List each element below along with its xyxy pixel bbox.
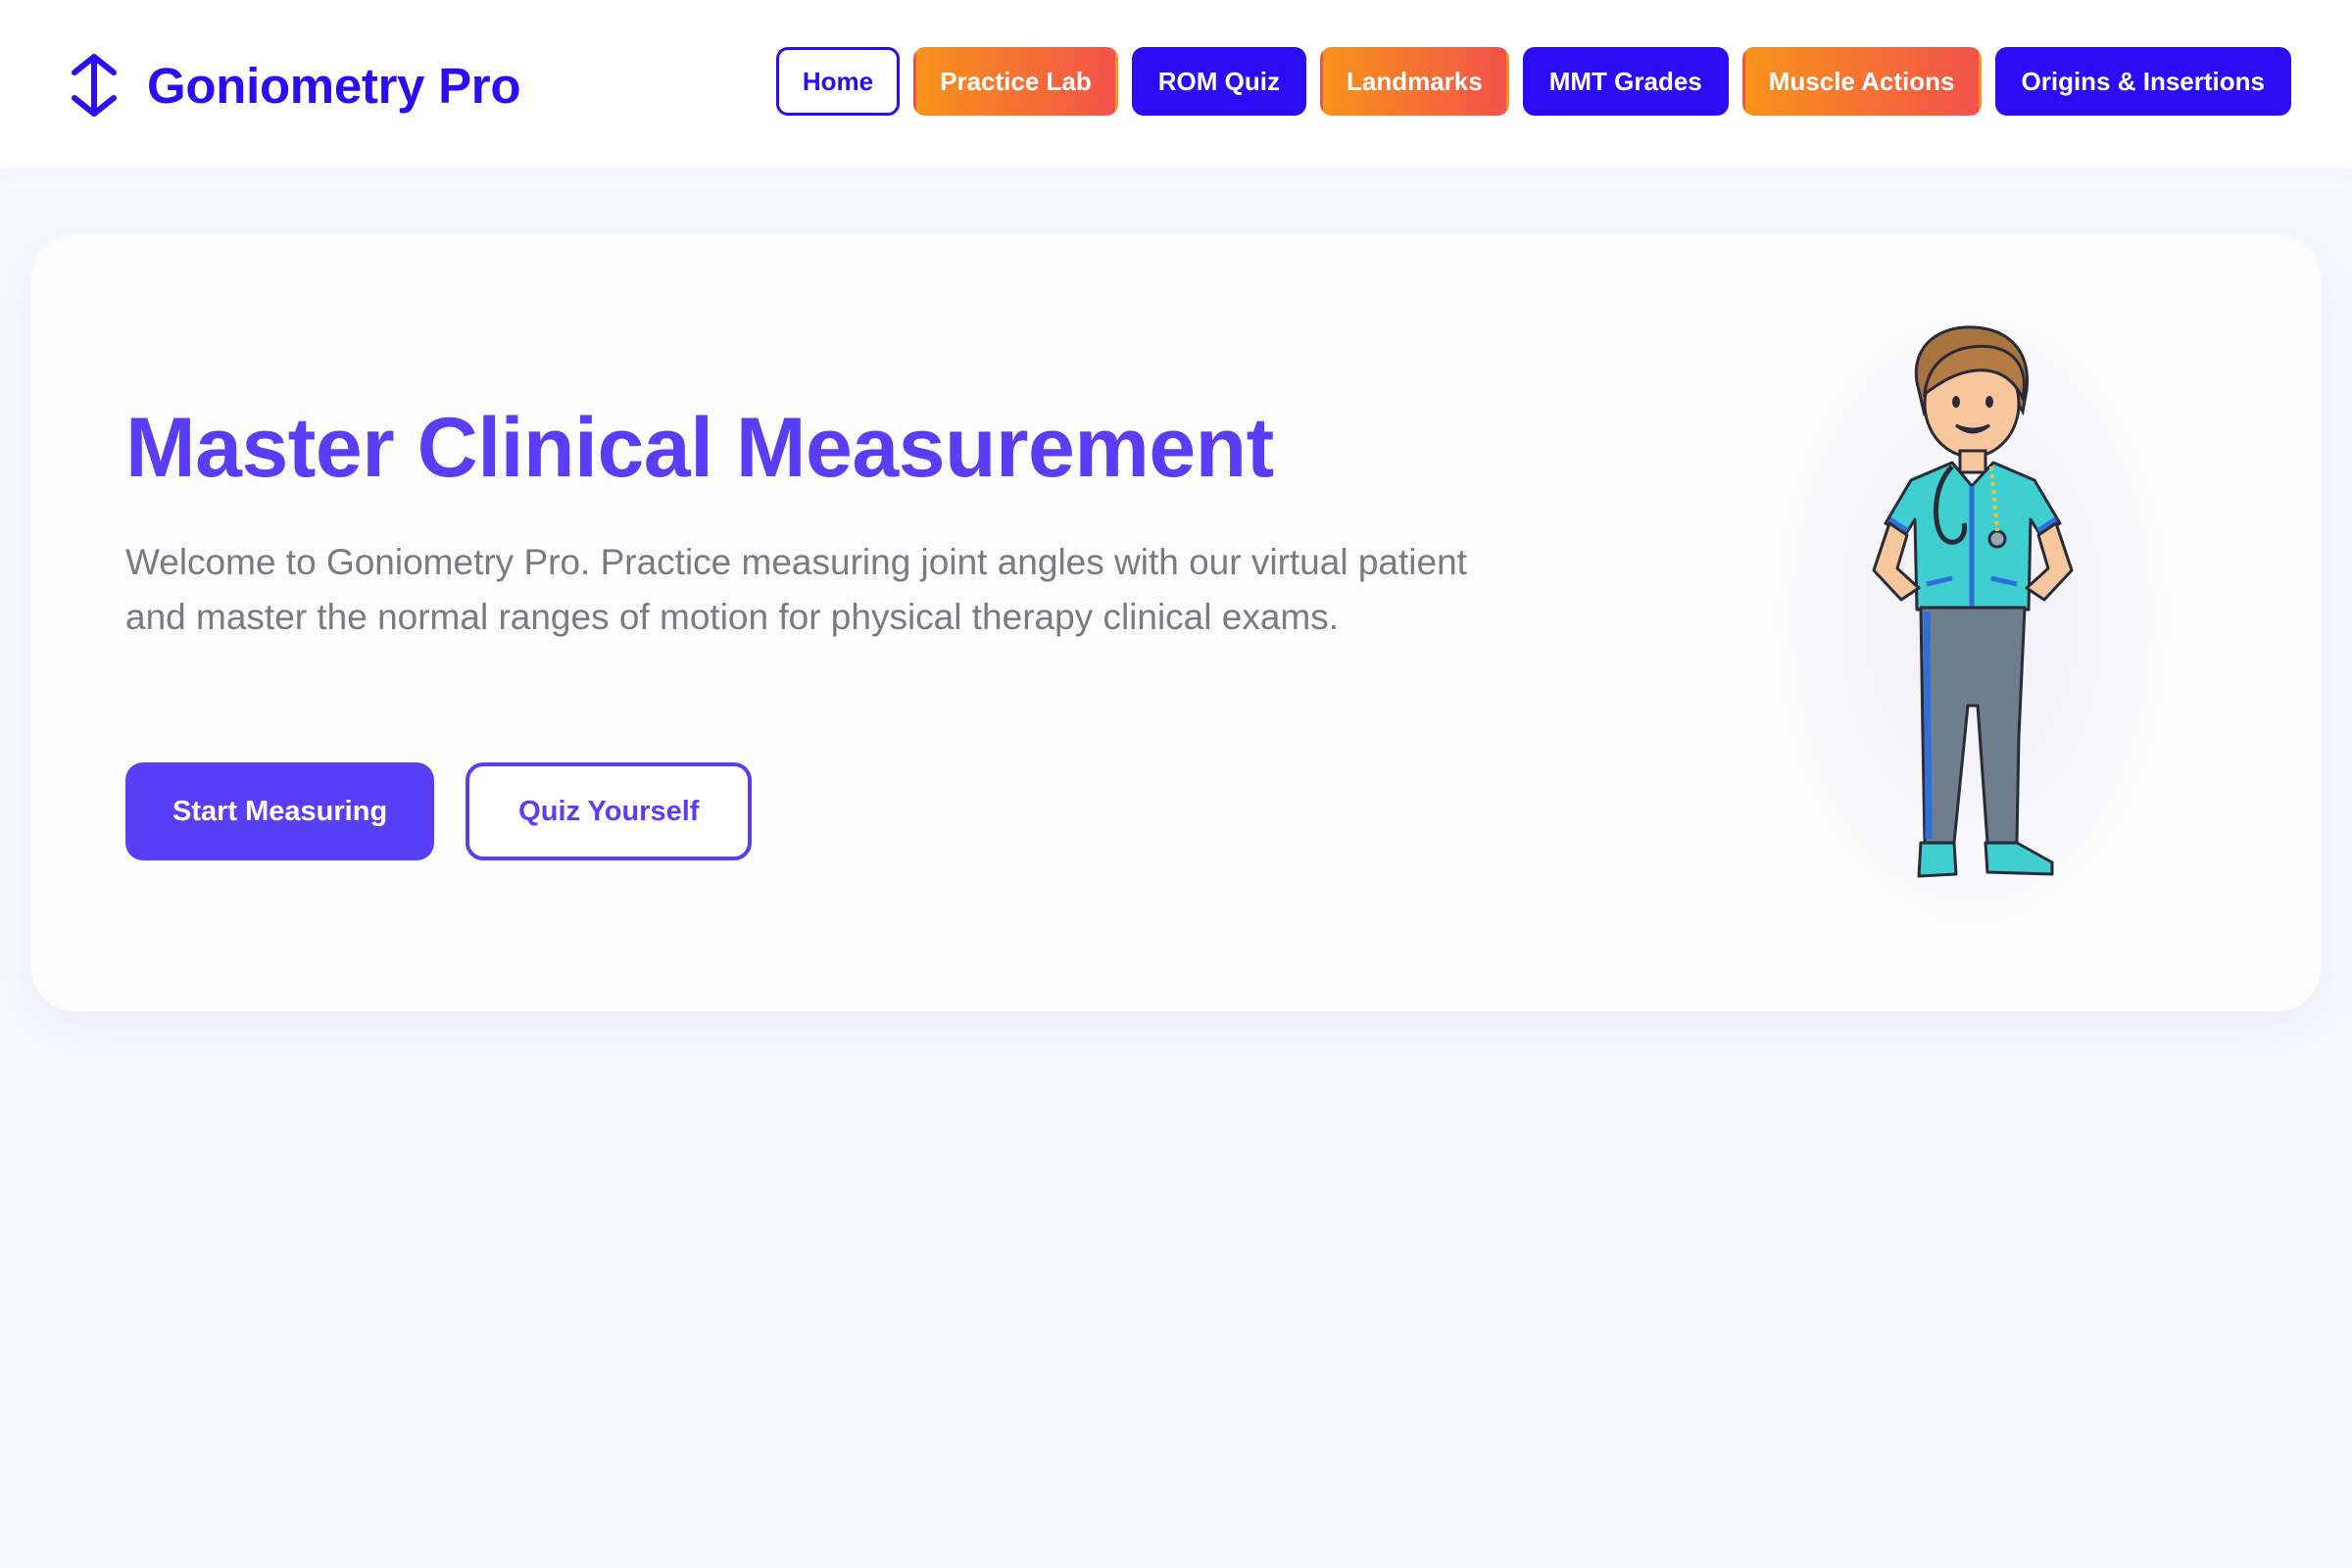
nav-home-button[interactable]: Home bbox=[775, 47, 901, 116]
nav-rom-quiz-button[interactable]: ROM Quiz bbox=[1131, 47, 1306, 116]
physical-therapist-illustration bbox=[1872, 325, 2074, 878]
hero-title: Master Clinical Measurement bbox=[125, 401, 1274, 495]
top-navbar: Goniometry Pro Home Practice Lab ROM Qui… bbox=[0, 0, 2352, 169]
brand[interactable]: Goniometry Pro bbox=[67, 51, 521, 120]
hero-card: Master Clinical Measurement Welcome to G… bbox=[31, 235, 2321, 1011]
nav-origins-insertions-button[interactable]: Origins & Insertions bbox=[1994, 47, 2291, 116]
quiz-yourself-button[interactable]: Quiz Yourself bbox=[466, 762, 753, 860]
nav-practice-lab-button[interactable]: Practice Lab bbox=[913, 47, 1118, 116]
up-down-arrows-icon bbox=[72, 54, 117, 117]
start-measuring-button[interactable]: Start Measuring bbox=[125, 762, 435, 860]
hero-description: Welcome to Goniometry Pro. Practice meas… bbox=[125, 542, 1467, 637]
main-nav: Home Practice Lab ROM Quiz Landmarks MMT… bbox=[775, 47, 2291, 116]
nav-mmt-grades-button[interactable]: MMT Grades bbox=[1522, 47, 1729, 116]
brand-name: Goniometry Pro bbox=[147, 57, 521, 114]
hero-actions: Start Measuring Quiz Yourself bbox=[125, 762, 753, 860]
nav-muscle-actions-button[interactable]: Muscle Actions bbox=[1741, 47, 1982, 116]
nav-landmarks-button[interactable]: Landmarks bbox=[1319, 47, 1509, 116]
